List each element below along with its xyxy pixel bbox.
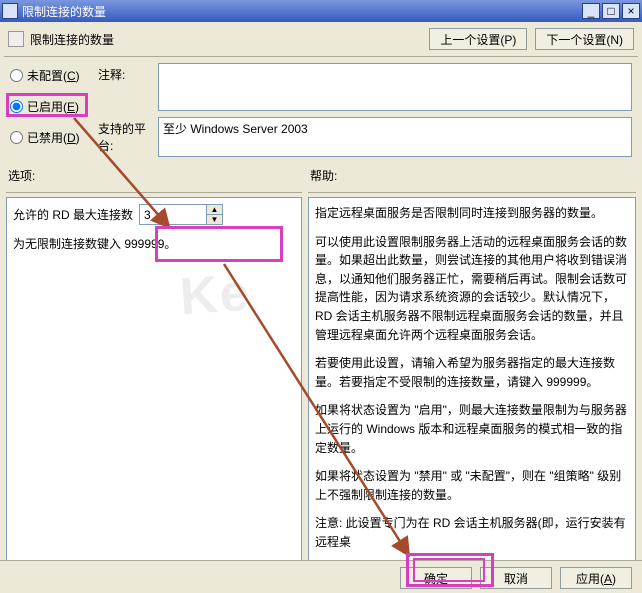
radio-disabled-input[interactable]	[10, 131, 23, 144]
minimize-button[interactable]: _	[582, 3, 600, 19]
header-title: 限制连接的数量	[30, 31, 429, 48]
apply-button[interactable]: 应用(A)	[560, 567, 632, 589]
radio-not-configured[interactable]: 未配置(C)	[10, 67, 98, 84]
radio-not-configured-label: 未配置(C)	[27, 67, 80, 84]
max-conn-label: 允许的 RD 最大连接数	[13, 206, 133, 223]
policy-icon	[8, 31, 24, 47]
next-setting-button[interactable]: 下一个设置(N)	[535, 28, 634, 50]
help-p1: 指定远程桌面服务是否限制同时连接到服务器的数量。	[315, 204, 629, 223]
radio-disabled[interactable]: 已禁用(D)	[10, 129, 98, 146]
radio-enabled-label: 已启用(E)	[27, 98, 79, 115]
radio-disabled-label: 已禁用(D)	[27, 129, 80, 146]
comment-label: 注释:	[98, 63, 158, 111]
help-p5: 如果将状态设置为 "禁用" 或 "未配置"，则在 "组策略" 级别上不强制限制连…	[315, 467, 629, 504]
footer: 确定 取消 应用(A)	[0, 560, 642, 589]
platform-label: 支持的平台:	[98, 117, 158, 157]
comment-input[interactable]	[158, 63, 632, 111]
help-panel[interactable]: 指定远程桌面服务是否限制同时连接到服务器的数量。 可以使用此设置限制服务器上活动…	[308, 197, 636, 569]
cancel-button[interactable]: 取消	[480, 567, 552, 589]
header: 限制连接的数量 上一个设置(P) 下一个设置(N)	[0, 22, 642, 56]
ok-button[interactable]: 确定	[400, 567, 472, 589]
maximize-button[interactable]: □	[602, 3, 620, 19]
spinner-down-icon[interactable]: ▼	[207, 215, 222, 224]
radio-enabled[interactable]: 已启用(E)	[10, 98, 98, 115]
state-radio-group: 未配置(C) 已启用(E) 已禁用(D)	[10, 63, 98, 163]
unlimited-hint: 为无限制连接数键入 999999。	[13, 235, 295, 252]
options-header: 选项:	[6, 163, 302, 188]
help-p3: 若要使用此设置，请输入希望为服务器指定的最大连接数量。若要指定不受限制的连接数量…	[315, 354, 629, 391]
prev-setting-button[interactable]: 上一个设置(P)	[429, 28, 527, 50]
help-p6: 注意: 此设置专门为在 RD 会话主机服务器(即，运行安装有远程桌	[315, 514, 629, 551]
max-conn-spinner[interactable]: ▲ ▼	[139, 204, 223, 225]
help-p4: 如果将状态设置为 "启用"，则最大连接数量限制为与服务器上运行的 Windows…	[315, 401, 629, 457]
window-title: 限制连接的数量	[22, 3, 582, 20]
radio-enabled-input[interactable]	[10, 100, 23, 113]
help-header: 帮助:	[308, 163, 636, 188]
spinner-up-icon[interactable]: ▲	[207, 205, 222, 215]
close-button[interactable]: ×	[622, 3, 640, 19]
options-panel: 允许的 RD 最大连接数 ▲ ▼ 为无限制连接数键入 999999。	[6, 197, 302, 569]
help-p2: 可以使用此设置限制服务器上活动的远程桌面服务会话的数量。如果超出此数量，则尝试连…	[315, 233, 629, 345]
max-conn-input[interactable]	[140, 205, 206, 224]
platform-value: 至少 Windows Server 2003	[158, 117, 632, 157]
radio-not-configured-input[interactable]	[10, 69, 23, 82]
titlebar: 限制连接的数量 _ □ ×	[0, 0, 642, 22]
window-icon	[2, 3, 18, 19]
